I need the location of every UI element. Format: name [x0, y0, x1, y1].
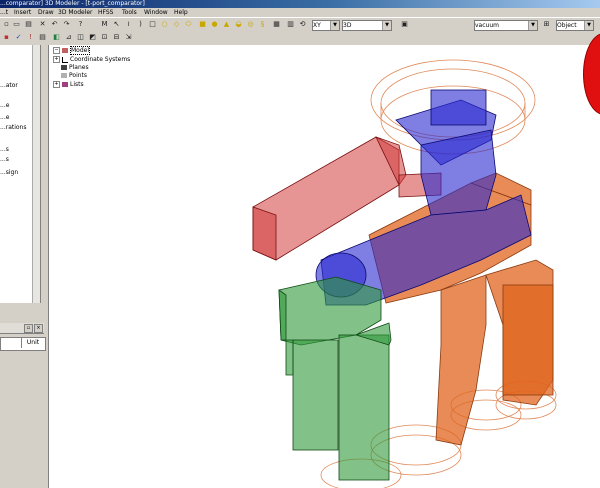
menu-item-edit[interactable]: ...t	[0, 8, 8, 17]
boundary-icon[interactable]: ◫	[76, 33, 85, 42]
lists-icon	[62, 82, 68, 87]
material-icon[interactable]: ▣	[400, 20, 409, 29]
draw-cone-icon[interactable]: ▲	[222, 20, 231, 29]
expand-icon[interactable]: −	[53, 47, 60, 54]
menu-item-insert[interactable]: Insert	[14, 8, 31, 17]
draw-polygon-icon[interactable]: ◇	[172, 20, 181, 29]
project-item[interactable]: ...e	[0, 114, 9, 121]
select-mode-icon[interactable]: ⊞	[542, 20, 551, 29]
grid-icon[interactable]: ▦	[272, 20, 281, 29]
menu-bar: ...t Insert Draw 3D Modeler HFSS Tools W…	[0, 8, 600, 17]
model-drawing	[252, 59, 557, 488]
planes-icon	[61, 65, 67, 70]
snap-icon[interactable]: ▥	[286, 20, 295, 29]
project-item[interactable]: ...s	[0, 156, 9, 163]
chevron-down-icon[interactable]: ▼	[528, 21, 537, 30]
tree-item-planes[interactable]: Planes	[61, 64, 89, 72]
select-type-select[interactable]: Object ▼	[556, 20, 594, 31]
unit-column-header: Unit	[21, 338, 44, 348]
main-toolbar: ▫ ▭ ▤ ✕ ↶ ↷ ? M ↖ ≀ ) □ ○ ◇ ⬭ ■ ● ▲ ◒ ◎ …	[0, 17, 600, 32]
draw-line-icon[interactable]: M	[100, 20, 109, 29]
cut-icon[interactable]: ✕	[38, 20, 47, 29]
draw-spline-icon[interactable]: ≀	[124, 20, 133, 29]
project-manager-panel: ...ator ...e ...e ...rations ...s ...s .…	[0, 45, 41, 303]
material-select[interactable]: vacuum ▼	[474, 20, 538, 31]
vertical-scrollbar[interactable]	[32, 45, 40, 303]
tree-item-model[interactable]: − Model	[53, 46, 91, 55]
mesh-icon[interactable]: ◩	[88, 33, 97, 42]
title-bar: ...comparator] 3D Modeler - [t-port_comp…	[0, 0, 600, 8]
redo-icon[interactable]: ↷	[62, 20, 71, 29]
excitation-icon[interactable]: ⊿	[64, 33, 73, 42]
field-overlay-icon[interactable]: ◧	[52, 33, 61, 42]
menu-item-3d-modeler[interactable]: 3D Modeler	[58, 8, 93, 17]
menu-item-help[interactable]: Help	[174, 8, 188, 17]
model-tree: − Model + Coordinate Systems Planes Points…	[48, 45, 143, 488]
points-icon	[61, 73, 67, 78]
solution-icon[interactable]: ▪	[2, 33, 11, 42]
results-icon[interactable]: ⊟	[112, 33, 121, 42]
open-icon[interactable]: ▭	[12, 20, 21, 29]
draw-rectangle-icon[interactable]: □	[148, 20, 157, 29]
project-item[interactable]: ...s	[0, 146, 9, 153]
draw-sphere-icon[interactable]: ◒	[234, 20, 243, 29]
draw-helix-icon[interactable]: §	[258, 20, 267, 29]
export-icon[interactable]: ⇲	[124, 33, 133, 42]
green-part	[278, 276, 392, 481]
optimetrics-icon[interactable]: ⊡	[100, 33, 109, 42]
project-item[interactable]: ...ator	[0, 82, 18, 89]
draw-ellipse-icon[interactable]: ⬭	[184, 20, 193, 29]
expand-icon[interactable]: +	[53, 56, 60, 63]
draw-circle-icon[interactable]: ○	[160, 20, 169, 29]
project-item[interactable]: ...sign	[0, 169, 18, 176]
report-icon[interactable]: ▤	[38, 33, 47, 42]
expand-icon[interactable]: +	[53, 81, 60, 88]
analyze-icon[interactable]: !	[26, 33, 35, 42]
chevron-down-icon[interactable]: ▼	[330, 21, 339, 30]
window-title: ...comparator] 3D Modeler - [t-port_comp…	[0, 0, 145, 7]
validate-icon[interactable]: ✓	[14, 33, 23, 42]
menu-item-draw[interactable]: Draw	[38, 8, 54, 17]
chevron-down-icon[interactable]: ▼	[584, 21, 593, 30]
axes-icon	[62, 56, 68, 63]
mode-select[interactable]: 3D ▼	[342, 20, 392, 31]
secondary-toolbar: ▪ ✓ ! ▤ ◧ ⊿ ◫ ◩ ⊡ ⊟ ⇲	[0, 31, 140, 45]
restore-icon[interactable]: ▫	[24, 324, 33, 333]
menu-item-hfss[interactable]: HFSS	[98, 8, 113, 17]
tree-item-lists[interactable]: + Lists	[53, 81, 84, 89]
properties-panel: ▫ × Unit	[0, 303, 48, 488]
tree-item-coordinate-systems[interactable]: + Coordinate Systems	[53, 56, 130, 64]
plane-select[interactable]: XY ▼	[312, 20, 340, 31]
draw-torus-icon[interactable]: ◎	[246, 20, 255, 29]
menu-item-window[interactable]: Window	[144, 8, 168, 17]
new-icon[interactable]: ▫	[2, 20, 11, 29]
pointer-icon[interactable]: ↖	[112, 20, 121, 29]
rotate-icon[interactable]: ⟲	[298, 20, 307, 29]
project-item[interactable]: ...rations	[0, 124, 26, 131]
chevron-down-icon[interactable]: ▼	[382, 21, 391, 30]
project-item[interactable]: ...e	[0, 102, 9, 109]
draw-box-icon[interactable]: ■	[198, 20, 207, 29]
undo-icon[interactable]: ↶	[50, 20, 59, 29]
help-icon[interactable]: ?	[76, 20, 85, 29]
model-icon	[62, 48, 68, 53]
tree-item-points[interactable]: Points	[61, 72, 87, 80]
menu-item-tools[interactable]: Tools	[122, 8, 137, 17]
properties-grid: Unit	[0, 337, 46, 351]
close-icon[interactable]: ×	[34, 324, 43, 333]
3d-viewport[interactable]	[141, 45, 600, 488]
draw-arc-icon[interactable]: )	[136, 20, 145, 29]
print-icon[interactable]: ▤	[24, 20, 33, 29]
draw-cylinder-icon[interactable]: ●	[210, 20, 219, 29]
